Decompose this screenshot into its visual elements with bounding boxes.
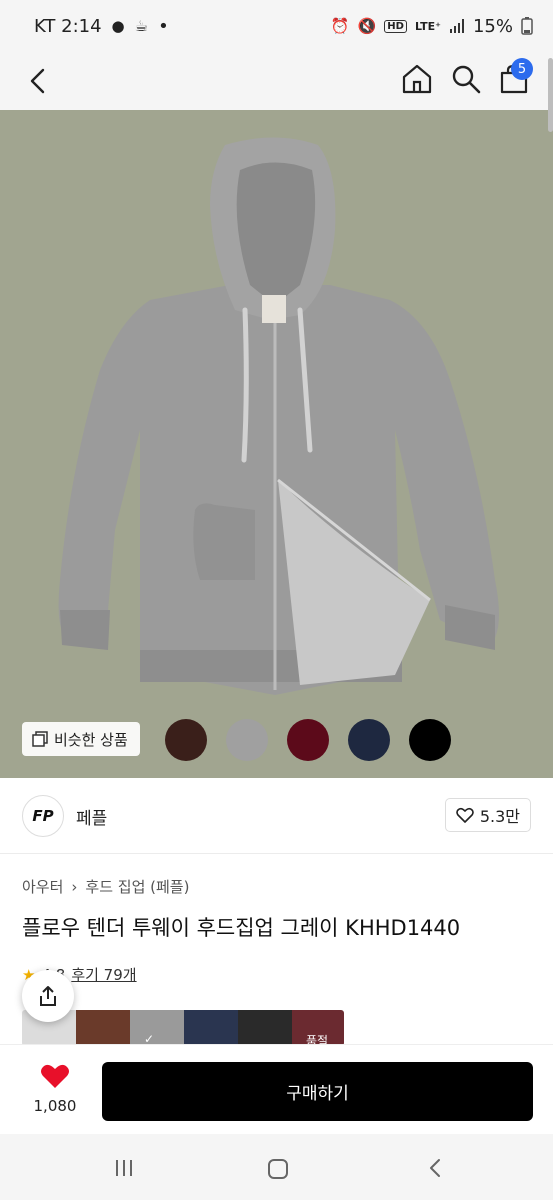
heart-filled-icon [41,1064,69,1088]
brand-name[interactable]: 페플 [76,804,107,829]
breadcrumb: 아우터 › 후드 집업 (페플) [22,876,189,897]
product-title: 플로우 텐더 투웨이 후드집업 그레이 KHHD1440 [22,916,461,940]
signal-icon [449,19,464,33]
back-arrow-icon [30,68,45,94]
back-button[interactable] [22,64,56,98]
thumbnail-navy[interactable] [184,1010,238,1046]
home-button[interactable] [400,62,434,96]
app-bar [0,52,553,110]
hoodie-illustration [58,137,499,695]
color-swatch-black[interactable] [409,719,451,761]
similar-products-label: 비슷한 상품 [54,730,128,749]
system-nav-bar [0,1134,553,1200]
battery-icon [521,17,533,35]
back-nav-icon[interactable] [424,1157,446,1179]
thumbnail-black[interactable] [238,1010,292,1046]
share-icon [40,986,56,1006]
similar-products-button[interactable]: 비슷한 상품 [22,722,140,756]
review-link[interactable]: 후기 79개 [71,964,136,985]
search-button[interactable] [449,62,483,96]
brand-logo[interactable]: FP [22,795,64,837]
brand-like-count: 5.3만 [479,807,520,826]
breadcrumb-item[interactable]: 아우터 [22,876,63,897]
thumbnail-brown[interactable] [76,1010,130,1046]
product-image[interactable] [0,110,553,778]
brand-row: FP 페플 5.3만 [0,778,553,854]
buy-button[interactable]: 구매하기 [102,1062,533,1121]
mute-icon: 🔇 [357,17,377,35]
battery-percent: 15% [472,15,513,37]
thumbnail-burgundy[interactable]: 품절 [292,1010,344,1046]
recent-apps-icon[interactable] [113,1157,135,1179]
carrier-time: KT 2:14 [34,15,102,37]
home-nav-icon[interactable] [266,1157,290,1181]
home-icon [402,64,432,94]
scrollbar-thumb[interactable] [548,58,553,132]
lte-indicator: LTE⁺ [414,19,441,33]
color-thumbnails: ✓ 품절 [22,1010,344,1046]
alarm-icon: ⏰ [330,17,350,35]
coffee-icon: ☕ [134,17,149,35]
status-bar: KT 2:14 ● ☕ • ⏰ 🔇 HD LTE⁺ 15% [0,0,553,52]
color-swatch-burgundy[interactable] [287,719,329,761]
color-swatch-brown[interactable] [165,719,207,761]
share-button[interactable] [22,970,74,1022]
chevron-right-icon: › [71,877,78,896]
notification-icon: ● [111,17,125,35]
copy-icon [32,731,48,747]
thumbnail-gray[interactable]: ✓ [130,1010,184,1046]
cart-count-badge: 5 [511,58,533,80]
wishlist-count: 1,080 [33,1097,77,1115]
color-swatch-gray[interactable] [226,719,268,761]
search-icon [452,65,481,94]
hd-badge: HD [384,19,407,33]
status-dot: • [158,15,169,37]
brand-like-button[interactable]: 5.3만 [444,798,531,832]
color-swatch-navy[interactable] [348,719,390,761]
bottom-action-bar: 1,080 구매하기 [0,1044,553,1134]
breadcrumb-item[interactable]: 후드 집업 (페플) [85,876,189,897]
heart-outline-icon [456,807,474,823]
wishlist-button[interactable]: 1,080 [28,1063,82,1115]
